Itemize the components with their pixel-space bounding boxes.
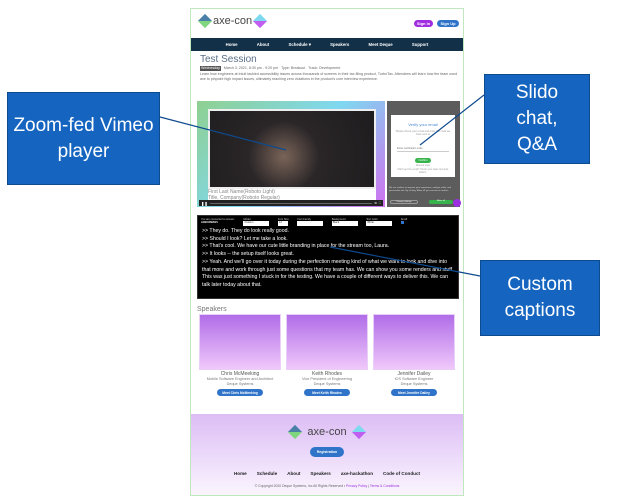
callout-captions: Custom captions (480, 260, 600, 336)
callout-slido: Slido chat, Q&A (484, 74, 590, 164)
callout-line-captions (329, 246, 481, 277)
callout-video: Zoom-fed Vimeo player (7, 92, 160, 185)
callout-line-slido (419, 94, 485, 146)
callout-line-video (159, 116, 287, 151)
